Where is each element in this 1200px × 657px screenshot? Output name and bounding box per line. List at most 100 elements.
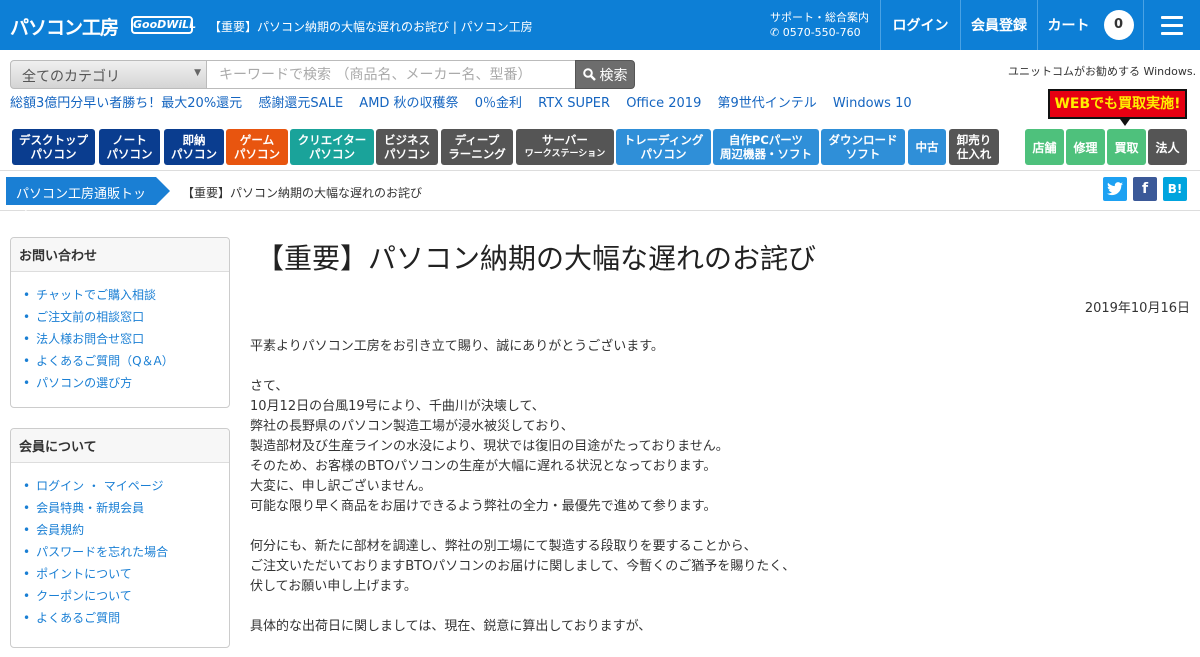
kaitori-banner[interactable]: WEBでも買取実施!	[1048, 89, 1187, 119]
sidebar-link[interactable]: パソコンの選び方	[23, 372, 229, 394]
header-page-title: 【重要】パソコン納期の大幅な遅れのお詫び | パソコン工房	[209, 20, 533, 34]
sidebar-member-title: 会員について	[11, 429, 229, 463]
sidebar-link[interactable]: 法人様お問合せ窓口	[23, 328, 229, 350]
kaitori-banner-pointer	[1120, 119, 1130, 126]
nav-repair[interactable]: 修理	[1066, 129, 1105, 165]
nav-label: 周辺機器・ソフト	[720, 147, 812, 161]
sidebar-link[interactable]: ポイントについて	[23, 563, 229, 585]
promo-link[interactable]: RTX SUPER	[538, 96, 610, 111]
nav-label: パソコン	[640, 147, 687, 161]
sidebar-link[interactable]: 会員特典・新規会員	[23, 497, 229, 519]
site-logo[interactable]: パソコン工房	[10, 13, 119, 40]
cart-count-badge: 0	[1103, 10, 1134, 40]
article-line: さて、	[250, 379, 289, 394]
nav-business-pc[interactable]: ビジネス パソコン	[376, 129, 438, 165]
support-info[interactable]: サポート・総合案内 ✆ 0570-550-760	[770, 10, 869, 40]
article-paragraph: 具体的な出荷日に関しましては、現在、鋭意に算出しておりますが、	[250, 617, 1190, 637]
nav-wholesale[interactable]: 卸売り 仕入れ	[949, 129, 999, 165]
facebook-share-icon[interactable]: f	[1133, 177, 1157, 201]
sidebar-link[interactable]: クーポンについて	[23, 585, 229, 607]
category-select-value: 全てのカテゴリ	[22, 69, 120, 85]
goodwill-logo[interactable]: GooDWiLL	[131, 16, 196, 34]
nav-label: 即納	[182, 133, 206, 147]
nav-label: 自作PCパーツ	[728, 133, 804, 147]
promo-link[interactable]: AMD 秋の収穫祭	[359, 96, 458, 111]
nav-game-pc[interactable]: ゲーム パソコン	[226, 129, 288, 165]
article-line: ご注文いただいておりますBTOパソコンのお届けに関しまして、今暫くのご猶予を賜り…	[250, 559, 796, 574]
article-line: 具体的な出荷日に関しましては、現在、鋭意に算出しておりますが、	[250, 619, 652, 634]
nav-desktop-pc[interactable]: デスクトップ パソコン	[12, 129, 95, 165]
register-button[interactable]: 会員登録	[960, 0, 1037, 50]
support-phone-row: ✆ 0570-550-760	[770, 25, 869, 40]
nav-label: 卸売り	[956, 133, 992, 147]
promo-link[interactable]: 感謝還元SALE	[258, 96, 343, 111]
promo-link[interactable]: Windows 10	[833, 96, 912, 111]
nav-label: ソフト	[845, 147, 881, 161]
nav-instant-pc[interactable]: 即納 パソコン	[164, 129, 224, 165]
keyword-search-input[interactable]	[207, 60, 576, 89]
nav-label: デスクトップ	[19, 133, 88, 147]
login-button[interactable]: ログイン	[880, 0, 960, 50]
hamburger-icon	[1161, 15, 1183, 35]
nav-pc-parts[interactable]: 自作PCパーツ 周辺機器・ソフト	[713, 129, 819, 165]
search-button[interactable]: 検索	[575, 60, 635, 89]
nav-label: 中古	[915, 140, 939, 154]
breadcrumb: パソコン工房通販トップ 【重要】パソコン納期の大幅な遅れのお詫び	[0, 170, 1200, 221]
nav-label: パソコン	[234, 147, 280, 161]
nav-server-workstation[interactable]: サーバー ワークステーション	[516, 129, 614, 165]
promo-links: 総額3億円分早い者勝ち！最大20%還元 感謝還元SALE AMD 秋の収穫祭 0…	[10, 92, 924, 111]
support-phone: 0570-550-760	[782, 26, 861, 39]
nav-deep-learning[interactable]: ディープ ラーニング	[441, 129, 513, 165]
nav-label: パソコン	[309, 147, 355, 161]
cart-button[interactable]: カート 0	[1037, 0, 1143, 50]
sidebar-link[interactable]: パスワードを忘れた場合	[23, 541, 229, 563]
promo-link[interactable]: 0％金利	[475, 96, 522, 111]
phone-icon: ✆	[770, 26, 783, 39]
nav-note-pc[interactable]: ノート パソコン	[99, 129, 160, 165]
nav-label: ディープ	[454, 133, 500, 147]
sidebar-link[interactable]: チャットでご購入相談	[23, 284, 229, 306]
nav-label: ゲーム	[239, 133, 275, 147]
top-header: パソコン工房 GooDWiLL 【重要】パソコン納期の大幅な遅れのお詫び | パ…	[0, 0, 1200, 50]
article-line: 可能な限り早く商品をお届けできるよう弊社の全力・最優先で進めて参ります。	[250, 499, 717, 514]
article-line: 10月12日の台風19号により、千曲川が決壊して、	[250, 399, 545, 414]
nav-download-software[interactable]: ダウンロード ソフト	[821, 129, 905, 165]
breadcrumb-home-link[interactable]: パソコン工房通販トップ	[6, 177, 170, 221]
nav-label: サーバー	[542, 133, 588, 147]
article-line: そのため、お客様のBTOパソコンの生産が大幅に遅れる状況となっております。	[250, 459, 717, 474]
nav-label: パソコン	[384, 147, 430, 161]
nav-used[interactable]: 中古	[908, 129, 946, 165]
article-line: 弊社の長野県のパソコン製造工場が浸水被災しており、	[250, 419, 574, 434]
article-line: 伏してお願い申し上げます。	[250, 579, 417, 594]
hamburger-menu-button[interactable]	[1143, 0, 1200, 50]
sidebar-link[interactable]: ご注文前の相談窓口	[23, 306, 229, 328]
twitter-share-icon[interactable]	[1103, 177, 1127, 201]
nav-label: パソコン	[171, 147, 217, 161]
article-title: 【重要】パソコン納期の大幅な遅れのお詫び	[256, 242, 817, 275]
nav-label: ダウンロード	[828, 133, 898, 147]
nav-creator-pc[interactable]: クリエイター パソコン	[290, 129, 374, 165]
nav-corporate[interactable]: 法人	[1148, 129, 1187, 165]
nav-kaitori[interactable]: 買取	[1107, 129, 1146, 165]
promo-link[interactable]: 第9世代インテル	[718, 96, 817, 111]
article-body: 平素よりパソコン工房をお引き立て賜り、誠にありがとうございます。 さて、 10月…	[250, 337, 1190, 657]
promo-link[interactable]: 総額3億円分早い者勝ち！最大20%還元	[10, 96, 242, 111]
nav-stores[interactable]: 店舗	[1025, 129, 1064, 165]
nav-label: 仕入れ	[956, 147, 992, 161]
sidebar-link[interactable]: よくあるご質問	[23, 607, 229, 629]
sidebar-link[interactable]: 会員規約	[23, 519, 229, 541]
hatena-bookmark-icon[interactable]: B!	[1163, 177, 1187, 201]
nav-label: ラーニング	[448, 147, 506, 161]
nav-label: パソコン	[106, 147, 153, 161]
nav-trading-pc[interactable]: トレーディング パソコン	[616, 129, 711, 165]
article-paragraph: 何分にも、新たに部材を調達し、弊社の別工場にて製造する段取りを要することから、 …	[250, 537, 1190, 597]
article-line: 何分にも、新たに部材を調達し、弊社の別工場にて製造する段取りを要することから、	[250, 539, 757, 554]
promo-link[interactable]: Office 2019	[626, 96, 701, 111]
cart-label: カート	[1047, 18, 1090, 34]
category-select[interactable]: 全てのカテゴリ ▼	[10, 60, 207, 89]
sidebar-link[interactable]: ログイン ・ マイページ	[23, 475, 229, 497]
article-date: 2019年10月16日	[1084, 301, 1190, 316]
sidebar-member-box: 会員について ログイン ・ マイページ 会員特典・新規会員 会員規約 パスワード…	[10, 428, 230, 648]
sidebar-contact-title: お問い合わせ	[11, 238, 229, 272]
sidebar-link[interactable]: よくあるご質問（Q＆A）	[23, 350, 229, 372]
